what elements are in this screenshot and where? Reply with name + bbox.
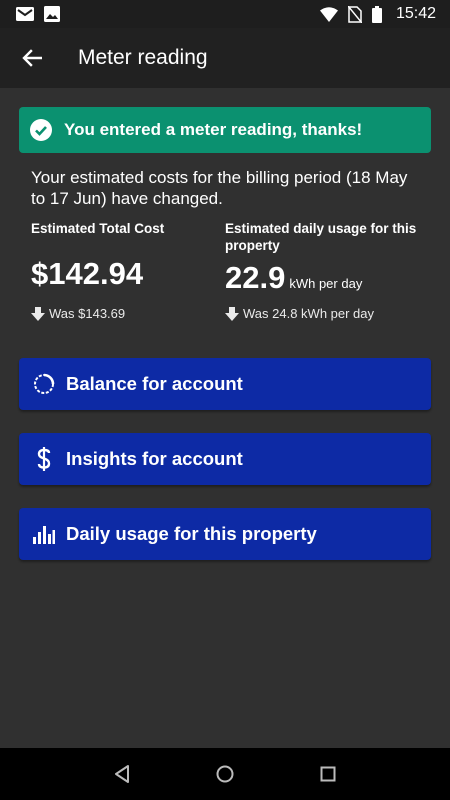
total-cost-panel: Estimated Total Cost $142.94 Was $143.69 [31, 220, 216, 321]
balance-ring-icon [33, 371, 55, 397]
estimate-message: Your estimated costs for the billing per… [31, 168, 408, 208]
nav-recents-button[interactable] [308, 754, 348, 794]
recents-square-icon [320, 766, 336, 782]
success-banner: You entered a meter reading, thanks! [19, 107, 431, 153]
system-nav-bar [0, 748, 450, 800]
previous-usage: Was 24.8 kWh per day [225, 306, 374, 321]
system-icons: 15:42 [319, 5, 436, 23]
image-icon [44, 6, 60, 22]
arrow-back-icon [22, 49, 42, 67]
daily-usage-button-label: Daily usage for this property [66, 523, 317, 544]
app-bar: Meter reading [0, 28, 450, 88]
total-cost-value: $142.94 [31, 256, 144, 291]
previous-cost: Was $143.69 [31, 306, 125, 321]
battery-icon [371, 5, 382, 23]
dollar-icon [33, 446, 55, 472]
daily-usage-value-row: 22.9 kWh per day [225, 260, 362, 296]
gmail-icon [16, 7, 34, 21]
main-content: You entered a meter reading, thanks! You… [0, 88, 450, 748]
daily-usage-label: Estimated daily usage for this property [225, 221, 417, 253]
balance-button-label: Balance for account [66, 373, 243, 394]
status-time: 15:42 [395, 5, 436, 22]
arrow-down-icon [31, 306, 45, 321]
back-button[interactable] [2, 28, 62, 88]
daily-usage-unit: kWh per day [289, 276, 363, 291]
page-title: Meter reading [78, 46, 208, 69]
previous-usage-text: Was 24.8 kWh per day [243, 306, 375, 321]
check-circle-icon [30, 119, 52, 141]
home-circle-icon [216, 765, 234, 783]
banner-text: You entered a meter reading, thanks! [64, 120, 363, 139]
wifi-icon [319, 6, 338, 22]
daily-usage-panel: Estimated daily usage for this property … [225, 220, 430, 321]
daily-usage-button[interactable]: Daily usage for this property [19, 508, 431, 560]
no-sim-icon [347, 5, 362, 23]
total-cost-label: Estimated Total Cost [31, 221, 165, 236]
previous-cost-text: Was $143.69 [49, 306, 126, 321]
status-bar: 15:42 [0, 0, 450, 28]
arrow-down-icon [225, 306, 239, 321]
insights-for-account-button[interactable]: Insights for account [19, 433, 431, 485]
notification-icons [16, 6, 60, 22]
nav-home-button[interactable] [205, 754, 245, 794]
bar-chart-icon [33, 521, 55, 547]
insights-button-label: Insights for account [66, 448, 243, 469]
nav-back-button[interactable] [102, 754, 142, 794]
back-triangle-icon [114, 765, 129, 783]
daily-usage-value: 22.9 [225, 260, 286, 295]
balance-for-account-button[interactable]: Balance for account [19, 358, 431, 410]
